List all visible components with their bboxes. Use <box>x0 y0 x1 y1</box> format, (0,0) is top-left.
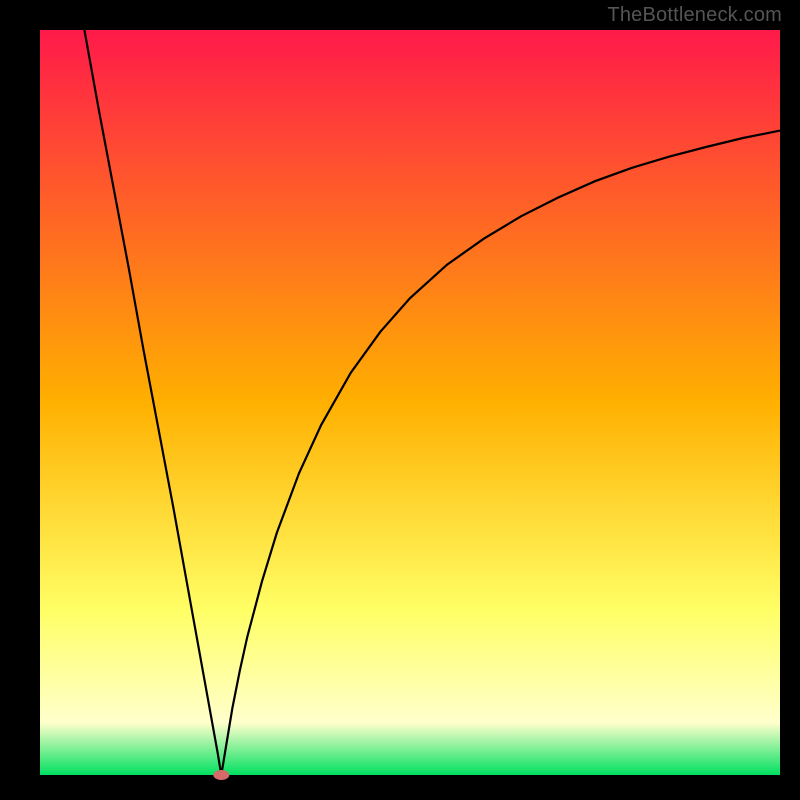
bottleneck-chart <box>0 0 800 800</box>
chart-frame: TheBottleneck.com <box>0 0 800 800</box>
optimal-point-marker <box>213 770 229 780</box>
plot-background <box>40 30 780 775</box>
